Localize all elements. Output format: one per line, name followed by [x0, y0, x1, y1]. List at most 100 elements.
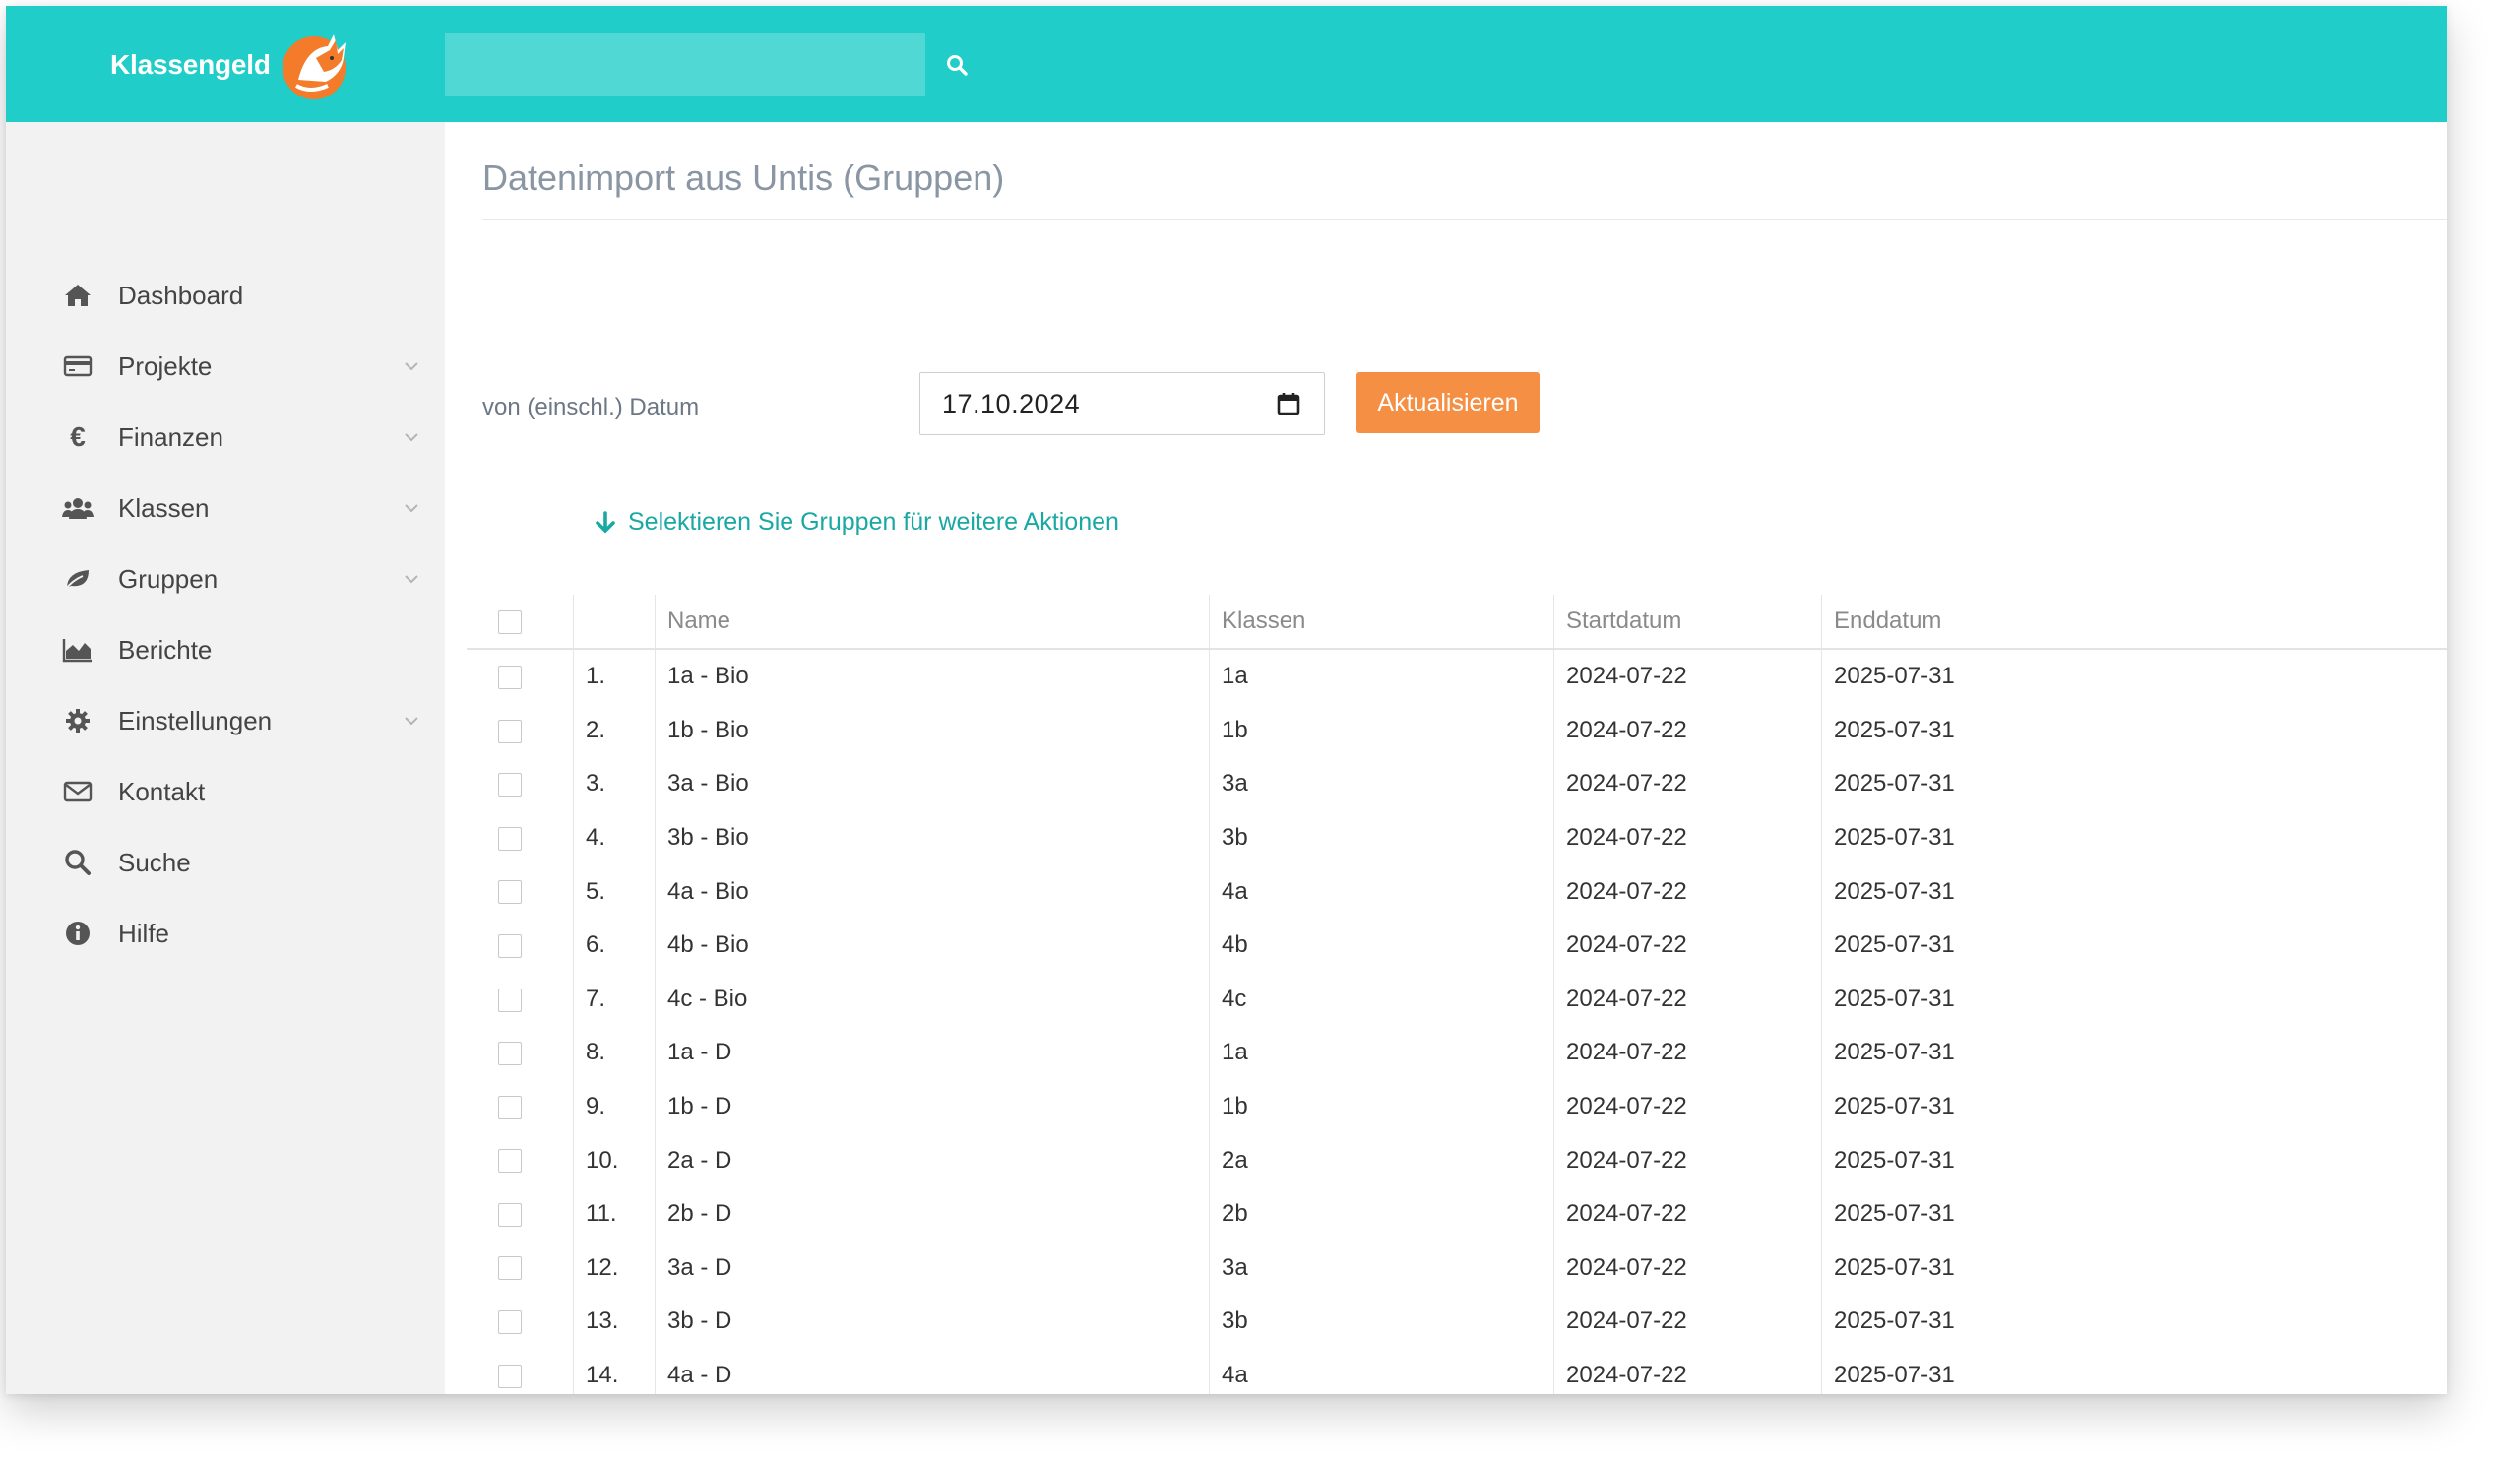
row-checkbox[interactable]	[498, 880, 522, 905]
row-name: 2b - D	[655, 1186, 1210, 1242]
app-window: Klassengeld Dashboard Projekte € Finanze…	[6, 6, 2447, 1394]
row-name: 3a - D	[655, 1241, 1210, 1296]
date-input[interactable]: 17.10.2024	[919, 372, 1325, 435]
update-button[interactable]: Aktualisieren	[1356, 372, 1540, 433]
sidebar-item-finanzen[interactable]: € Finanzen	[61, 408, 435, 467]
table-row[interactable]: 12. 3a - D 3a 2024-07-22 2025-07-31	[467, 1241, 2447, 1296]
row-startdatum: 2024-07-22	[1553, 1241, 1822, 1296]
search-button[interactable]	[935, 43, 978, 87]
row-startdatum: 2024-07-22	[1553, 757, 1822, 811]
users-icon	[61, 491, 94, 525]
row-enddatum: 2025-07-31	[1821, 1348, 2447, 1394]
row-enddatum: 2025-07-31	[1821, 1186, 2447, 1242]
table-row[interactable]: 14. 4a - D 4a 2024-07-22 2025-07-31	[467, 1348, 2447, 1394]
row-checkbox[interactable]	[498, 1149, 522, 1174]
header-klassen[interactable]: Klassen	[1209, 595, 1554, 650]
row-checkbox[interactable]	[498, 826, 522, 851]
row-checkbox[interactable]	[498, 1364, 522, 1388]
sidebar-item-gruppen[interactable]: Gruppen	[61, 549, 435, 608]
row-klassen: 4c	[1209, 972, 1554, 1027]
table-row[interactable]: 13. 3b - D 3b 2024-07-22 2025-07-31	[467, 1295, 2447, 1349]
sidebar-item-klassen[interactable]: Klassen	[61, 478, 435, 538]
info-circle-icon	[61, 917, 94, 950]
brand-name: Klassengeld	[110, 49, 271, 80]
search-input[interactable]	[445, 33, 925, 96]
row-number: 6.	[573, 918, 656, 973]
row-checkbox[interactable]	[498, 1202, 522, 1227]
row-startdatum: 2024-07-22	[1553, 703, 1822, 758]
header-name[interactable]: Name	[655, 595, 1210, 650]
table-row[interactable]: 9. 1b - D 1b 2024-07-22 2025-07-31	[467, 1079, 2447, 1134]
row-klassen: 1b	[1209, 1079, 1554, 1134]
row-enddatum: 2025-07-31	[1821, 703, 2447, 758]
sidebar-item-label: Einstellungen	[118, 705, 273, 735]
table-row[interactable]: 6. 4b - Bio 4b 2024-07-22 2025-07-31	[467, 918, 2447, 973]
sidebar-item-einstellungen[interactable]: Einstellungen	[61, 691, 435, 750]
brand[interactable]: Klassengeld	[110, 33, 359, 99]
select-all-checkbox[interactable]	[498, 609, 522, 634]
sidebar-item-hilfe[interactable]: Hilfe	[61, 904, 435, 963]
row-checkbox[interactable]	[498, 933, 522, 958]
table-row[interactable]: 11. 2b - D 2b 2024-07-22 2025-07-31	[467, 1186, 2447, 1242]
row-enddatum: 2025-07-31	[1821, 1079, 2447, 1134]
sidebar-item-kontakt[interactable]: Kontakt	[61, 762, 435, 821]
top-bar: Klassengeld	[6, 6, 2447, 122]
sidebar-item-label: Hilfe	[118, 918, 170, 948]
header-enddatum[interactable]: Enddatum	[1821, 595, 2447, 650]
table-row[interactable]: 4. 3b - Bio 3b 2024-07-22 2025-07-31	[467, 810, 2447, 865]
table-row[interactable]: 3. 3a - Bio 3a 2024-07-22 2025-07-31	[467, 757, 2447, 811]
sidebar-item-projekte[interactable]: Projekte	[61, 337, 435, 396]
chevron-down-icon	[405, 433, 418, 442]
sidebar-item-suche[interactable]: Suche	[61, 833, 435, 892]
row-enddatum: 2025-07-31	[1821, 649, 2447, 704]
table-row[interactable]: 5. 4a - Bio 4a 2024-07-22 2025-07-31	[467, 864, 2447, 919]
header-startdatum[interactable]: Startdatum	[1553, 595, 1822, 650]
row-checkbox[interactable]	[498, 773, 522, 797]
row-klassen: 3a	[1209, 1241, 1554, 1296]
row-checkbox[interactable]	[498, 1095, 522, 1119]
row-startdatum: 2024-07-22	[1553, 649, 1822, 704]
chevron-down-icon	[405, 717, 418, 726]
row-startdatum: 2024-07-22	[1553, 1026, 1822, 1080]
row-enddatum: 2025-07-31	[1821, 1241, 2447, 1296]
row-number: 1.	[573, 649, 656, 704]
row-klassen: 1a	[1209, 649, 1554, 704]
row-number: 5.	[573, 864, 656, 919]
table-row[interactable]: 10. 2a - D 2a 2024-07-22 2025-07-31	[467, 1133, 2447, 1187]
search-icon	[61, 846, 94, 879]
credit-card-icon	[61, 350, 94, 383]
row-number: 12.	[573, 1241, 656, 1296]
row-klassen: 2b	[1209, 1186, 1554, 1242]
row-checkbox[interactable]	[498, 665, 522, 689]
title-divider	[482, 219, 2447, 220]
table-row[interactable]: 1. 1a - Bio 1a 2024-07-22 2025-07-31	[467, 649, 2447, 704]
row-checkbox[interactable]	[498, 1256, 522, 1281]
row-checkbox[interactable]	[498, 988, 522, 1012]
leaf-icon	[61, 562, 94, 596]
row-enddatum: 2025-07-31	[1821, 1026, 2447, 1080]
sidebar-item-label: Finanzen	[118, 421, 223, 452]
row-enddatum: 2025-07-31	[1821, 1295, 2447, 1349]
table-row[interactable]: 8. 1a - D 1a 2024-07-22 2025-07-31	[467, 1026, 2447, 1080]
sidebar-item-label: Gruppen	[118, 563, 219, 594]
sidebar-item-label: Kontakt	[118, 776, 206, 806]
row-checkbox[interactable]	[498, 1310, 522, 1335]
sidebar-item-dashboard[interactable]: Dashboard	[61, 266, 435, 325]
fox-logo-icon	[282, 34, 346, 99]
header-select-all	[467, 595, 574, 650]
row-enddatum: 2025-07-31	[1821, 864, 2447, 919]
table-row[interactable]: 7. 4c - Bio 4c 2024-07-22 2025-07-31	[467, 972, 2447, 1027]
sidebar-item-label: Klassen	[118, 492, 210, 523]
calendar-icon[interactable]	[1275, 390, 1302, 417]
date-input-value: 17.10.2024	[942, 388, 1081, 418]
row-startdatum: 2024-07-22	[1553, 1186, 1822, 1242]
row-checkbox[interactable]	[498, 1042, 522, 1066]
header-number	[573, 595, 656, 650]
row-checkbox[interactable]	[498, 719, 522, 743]
home-icon	[61, 279, 94, 312]
sidebar-item-berichte[interactable]: Berichte	[61, 620, 435, 679]
row-klassen: 3b	[1209, 1295, 1554, 1349]
row-klassen: 3b	[1209, 810, 1554, 865]
table-row[interactable]: 2. 1b - Bio 1b 2024-07-22 2025-07-31	[467, 703, 2447, 758]
row-name: 1a - D	[655, 1026, 1210, 1080]
